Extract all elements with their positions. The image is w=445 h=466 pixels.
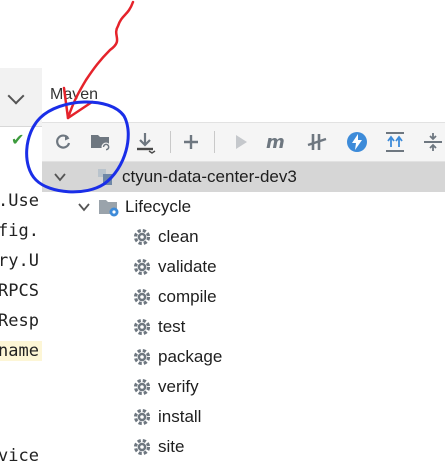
dependencies-icon[interactable] [382, 129, 408, 155]
code-line: ry.U [0, 251, 39, 271]
reload-icon[interactable] [50, 129, 76, 155]
collapse-icon[interactable] [420, 129, 445, 155]
folder-settings-icon [99, 200, 119, 217]
goal-label: test [158, 317, 186, 336]
maven-panel: Maven m ctyun-data-center-dev3 Lifecycle… [42, 68, 445, 466]
goal-item[interactable]: site [132, 432, 184, 462]
goal-item[interactable]: compile [132, 282, 217, 312]
download-icon[interactable] [132, 129, 158, 155]
lifecycle-label: Lifecycle [125, 197, 192, 216]
chevron-down-icon[interactable] [54, 171, 66, 183]
code-line: RPCS [0, 281, 39, 301]
goal-item[interactable]: test [132, 312, 185, 342]
gear-icon [133, 318, 151, 336]
code-line: .Use [0, 191, 39, 211]
goal-item[interactable]: package [132, 342, 222, 372]
code-line: Resp [0, 311, 39, 331]
folder-sync-icon[interactable] [88, 129, 114, 155]
window-top-area [0, 0, 445, 68]
gear-icon [133, 378, 151, 396]
goal-label: validate [158, 257, 217, 276]
toolbar-separator [170, 131, 171, 153]
maven-module-icon [98, 169, 112, 185]
checkmark-icon: ✔ [11, 130, 25, 149]
goal-item[interactable]: install [132, 402, 201, 432]
goal-label: compile [158, 287, 217, 306]
goal-label: site [158, 437, 185, 456]
gear-icon [133, 408, 151, 426]
project-name: ctyun-data-center-dev3 [122, 167, 297, 186]
chevron-down-icon[interactable] [7, 87, 25, 105]
goal-label: package [158, 347, 223, 366]
gear-icon [133, 258, 151, 276]
maven-toolbar: m [42, 122, 445, 162]
toggle-offline-icon[interactable] [304, 129, 330, 155]
toolbar-separator [214, 131, 215, 153]
tree-item-project[interactable]: ctyun-data-center-dev3 [54, 162, 297, 192]
code-line-highlighted: name [0, 341, 42, 361]
goal-item[interactable]: validate [132, 252, 217, 282]
goal-label: verify [158, 377, 199, 396]
goal-item[interactable]: clean [132, 222, 199, 252]
m-icon[interactable]: m [264, 129, 290, 155]
chevron-down-icon[interactable] [78, 201, 90, 213]
maven-panel-title: Maven [50, 86, 99, 103]
gear-icon [133, 288, 151, 306]
tree-item-lifecycle[interactable]: Lifecycle [78, 192, 191, 222]
editor-header [0, 68, 42, 127]
goal-label: clean [158, 227, 199, 246]
code-editor[interactable]: ✔ .Use fig. ry.U RPCS Resp name vice [0, 68, 43, 466]
plus-icon[interactable] [178, 129, 204, 155]
code-line: fig. [0, 221, 39, 241]
run-icon[interactable] [228, 129, 254, 155]
svg-text:m: m [266, 132, 285, 152]
lightning-icon[interactable] [344, 129, 370, 155]
gear-icon [133, 348, 151, 366]
gear-icon [133, 228, 151, 246]
code-line: vice [0, 446, 39, 466]
goal-label: install [158, 407, 202, 426]
gear-icon [133, 438, 151, 456]
goal-item[interactable]: verify [132, 372, 199, 402]
